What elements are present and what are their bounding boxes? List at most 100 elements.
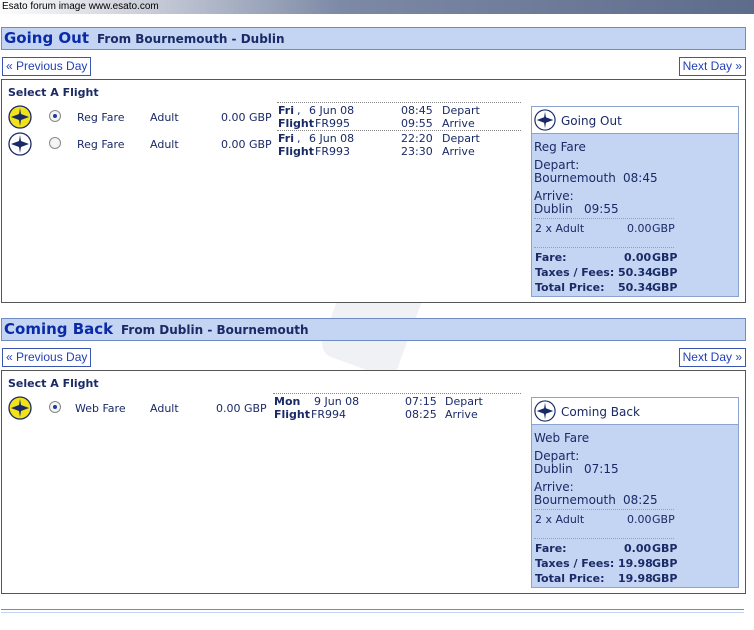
- outbound-title: Going Out: [4, 29, 89, 47]
- flight-number: FR995: [315, 117, 350, 130]
- plane-icon: [534, 400, 556, 422]
- fare-type: Reg Fare: [77, 138, 125, 151]
- return-route: From Dublin - Bournemouth: [121, 323, 309, 337]
- return-next-day-button[interactable]: Next Day »: [678, 348, 746, 367]
- depart-label: Depart: [445, 395, 483, 408]
- arrive-time: 09:55: [401, 117, 433, 130]
- outbound-flight-2-radio[interactable]: [49, 137, 61, 149]
- depart-time: 07:15: [405, 395, 437, 408]
- summary-depart-label: Depart:: [534, 449, 580, 463]
- divider: [273, 393, 521, 394]
- summary-arrive-time: 08:25: [623, 493, 658, 507]
- fare-price: 0.00 GBP: [216, 402, 267, 415]
- arrive-label: Arrive: [442, 145, 475, 158]
- summary-currency: GBP: [652, 572, 678, 585]
- fare-type: Reg Fare: [77, 111, 125, 124]
- summary-currency: GBP: [652, 266, 678, 279]
- fare-price: 0.00 GBP: [221, 138, 272, 151]
- arrive-label: Arrive: [442, 117, 475, 130]
- flight-day: Fri: [278, 132, 295, 145]
- summary-arrive-label: Arrive:: [534, 189, 574, 203]
- summary-total-value: 19.98: [618, 572, 653, 585]
- outbound-header: Going Out From Bournemouth - Dublin: [1, 27, 746, 50]
- summary-currency: GBP: [652, 557, 678, 570]
- summary-fare-type: Reg Fare: [534, 140, 586, 154]
- depart-time: 08:45: [401, 104, 433, 117]
- divider: [534, 247, 674, 248]
- flight-day: Mon: [274, 395, 301, 408]
- summary-fare-value: 0.00: [624, 251, 652, 264]
- passenger-type: Adult: [150, 138, 179, 151]
- summary-depart-time: 08:45: [623, 171, 658, 185]
- passenger-type: Adult: [150, 402, 179, 415]
- return-flight-1-radio[interactable]: [49, 401, 61, 413]
- flight-number: FR994: [311, 408, 346, 421]
- plane-selected-icon: [8, 105, 32, 129]
- outbound-select-label: Select A Flight: [8, 86, 99, 99]
- flight-date: 6 Jun 08: [309, 132, 355, 145]
- summary-depart-place: Dublin: [534, 462, 573, 476]
- summary-currency: GBP: [652, 513, 675, 526]
- arrive-time: 08:25: [405, 408, 437, 421]
- summary-arrive-label: Arrive:: [534, 480, 574, 494]
- outbound-route: From Bournemouth - Dublin: [97, 32, 285, 46]
- fare-type: Web Fare: [75, 402, 126, 415]
- arrive-time: 23:30: [401, 145, 433, 158]
- divider: [277, 102, 521, 103]
- divider: [534, 509, 674, 510]
- outbound-previous-day-button[interactable]: « Previous Day: [2, 57, 92, 76]
- summary-title: Coming Back: [561, 405, 640, 419]
- divider: [534, 538, 674, 539]
- summary-arrive-place: Dublin: [534, 202, 573, 216]
- outbound-flight-1-radio[interactable]: [49, 110, 61, 122]
- top-banner: Esato forum image www.esato.com: [0, 0, 754, 14]
- passenger-type: Adult: [150, 111, 179, 124]
- outbound-next-day-button[interactable]: Next Day »: [678, 57, 746, 76]
- summary-depart-place: Bournemouth: [534, 171, 616, 185]
- flight-label: Flight: [278, 145, 315, 158]
- flight-date: 9 Jun 08: [314, 395, 360, 408]
- summary-pax: 2 x Adult: [535, 513, 585, 526]
- summary-fare-label: Fare:: [535, 542, 567, 555]
- summary-fare-label: Fare:: [535, 251, 567, 264]
- divider: [277, 130, 521, 131]
- summary-arrive-place: Bournemouth: [534, 493, 616, 507]
- outbound-flights-panel: Select A Flight Reg Fare Adult 0.00 GBP …: [1, 79, 746, 303]
- flight-label: Flight: [278, 117, 315, 130]
- summary-title: Going Out: [561, 114, 622, 128]
- flight-date: 6 Jun 08: [309, 104, 355, 117]
- plane-icon: [8, 132, 32, 156]
- return-previous-day-button[interactable]: « Previous Day: [2, 348, 92, 367]
- summary-total-label: Total Price:: [535, 281, 605, 294]
- return-summary: Coming Back Web Fare Depart: Dublin 07:1…: [531, 397, 739, 588]
- summary-taxes-label: Taxes / Fees:: [535, 557, 615, 570]
- summary-pax-price: 0.00: [627, 513, 652, 526]
- fare-price: 0.00 GBP: [221, 111, 272, 124]
- banner-text: Esato forum image www.esato.com: [2, 1, 159, 12]
- summary-header: Coming Back: [532, 398, 738, 425]
- summary-currency: GBP: [652, 281, 678, 294]
- return-header: Coming Back From Dublin - Bournemouth: [1, 318, 746, 341]
- summary-total-value: 50.34: [618, 281, 653, 294]
- plane-selected-icon: [8, 396, 32, 420]
- flight-label: Flight: [274, 408, 311, 421]
- outbound-summary: Going Out Reg Fare Depart: Bournemouth 0…: [531, 106, 739, 297]
- depart-label: Depart: [442, 132, 480, 145]
- flight-day: Fri: [278, 104, 295, 117]
- summary-depart-time: 07:15: [584, 462, 619, 476]
- return-title: Coming Back: [4, 320, 114, 338]
- summary-taxes-value: 19.98: [618, 557, 653, 570]
- summary-pax: 2 x Adult: [535, 222, 585, 235]
- summary-taxes-label: Taxes / Fees:: [535, 266, 615, 279]
- plane-icon: [534, 109, 556, 131]
- summary-header: Going Out: [532, 107, 738, 134]
- summary-depart-label: Depart:: [534, 158, 580, 172]
- return-flights-panel: Select A Flight Web Fare Adult 0.00 GBP …: [1, 370, 746, 594]
- arrive-label: Arrive: [445, 408, 478, 421]
- summary-taxes-value: 50.34: [618, 266, 653, 279]
- depart-label: Depart: [442, 104, 480, 117]
- summary-currency: GBP: [652, 222, 675, 235]
- summary-arrive-time: 09:55: [584, 202, 619, 216]
- summary-fare-value: 0.00: [624, 542, 652, 555]
- footer-divider: [1, 609, 744, 613]
